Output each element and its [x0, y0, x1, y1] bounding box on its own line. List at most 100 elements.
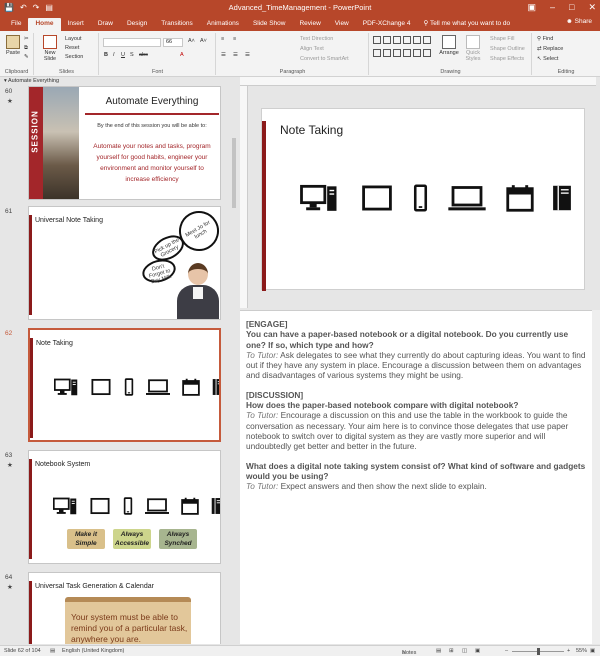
paste-button[interactable]: Paste — [4, 35, 22, 56]
underline-icon[interactable]: U — [121, 52, 125, 58]
bubble-text: Meet Jo for lunch — [184, 219, 212, 241]
font-name-input[interactable] — [103, 38, 161, 47]
tab-pdf-xchange[interactable]: PDF-XChange 4 — [356, 18, 418, 31]
shape-outline-button[interactable]: Shape Outline — [490, 46, 525, 52]
shape-effects-button[interactable]: Shape Effects — [490, 56, 524, 62]
current-slide-title[interactable]: Note Taking — [280, 123, 343, 137]
find-button[interactable]: ⚲ Find — [537, 36, 553, 42]
language-status[interactable]: English (United Kingdom) — [62, 648, 124, 654]
normal-view-icon[interactable]: ▤ — [436, 648, 441, 654]
text-direction-button[interactable]: Text Direction — [300, 36, 333, 42]
horizontal-ruler[interactable] — [240, 77, 596, 86]
slide-sorter-icon[interactable]: ⊞ — [449, 648, 454, 654]
tab-animations[interactable]: Animations — [200, 18, 246, 31]
italic-icon[interactable]: I — [113, 52, 115, 58]
tab-review[interactable]: Review — [292, 18, 327, 31]
section-header[interactable]: ▾ Automate Everything — [0, 77, 238, 86]
tab-file[interactable]: File — [4, 18, 28, 31]
calendar-icon — [181, 497, 199, 515]
notes-engage: [ENGAGE] You can have a paper-based note… — [246, 319, 590, 381]
shape-fill-button[interactable]: Shape Fill — [490, 36, 514, 42]
slide-thumbnail-64[interactable]: Universal Task Generation & Calendar You… — [28, 572, 221, 644]
ribbon-display-icon[interactable]: ▣ — [527, 2, 536, 13]
digital-tutor-label: To Tutor: — [246, 481, 279, 492]
reset-button[interactable]: Reset — [65, 45, 79, 51]
replace-label: Replace — [543, 46, 564, 52]
tab-design[interactable]: Design — [120, 18, 154, 31]
cut-icon[interactable]: ✂ — [24, 36, 29, 42]
thumbnail-scrollbar[interactable] — [230, 86, 238, 644]
tab-slide-show[interactable]: Slide Show — [246, 18, 293, 31]
arrange-button[interactable]: Arrange — [438, 35, 460, 56]
notebook-icon — [552, 184, 572, 212]
align-left-icon[interactable]: ☰ — [221, 52, 226, 58]
slide-counter: Slide 62 of 104 — [4, 648, 41, 654]
reading-view-icon[interactable]: ◫ — [462, 648, 467, 654]
bold-icon[interactable]: B — [104, 52, 108, 58]
zoom-in-icon[interactable]: + — [567, 648, 570, 654]
scrollbar-thumb[interactable] — [232, 138, 236, 208]
tab-draw[interactable]: Draw — [91, 18, 120, 31]
new-slide-button[interactable]: New Slide — [38, 35, 62, 62]
align-text-button[interactable]: Align Text — [300, 46, 324, 52]
select-button[interactable]: ↖ Select — [537, 56, 558, 62]
slide-thumbnail-63[interactable]: Notebook System Make it Simple Always Ac… — [28, 450, 221, 564]
tab-view[interactable]: View — [328, 18, 356, 31]
replace-button[interactable]: ⇄ Replace — [537, 46, 563, 52]
editing-group-label: Editing — [557, 69, 575, 75]
close-icon[interactable]: ✕ — [588, 2, 596, 13]
slideshow-view-icon[interactable]: ▣ — [475, 648, 480, 654]
speaker-notes-pane[interactable]: [ENGAGE] You can have a paper-based note… — [240, 310, 596, 644]
notebook-icon — [212, 378, 221, 396]
slide-thumbnail-pane[interactable]: 60 ★ SESSION Automate Everything By the … — [0, 86, 238, 644]
section-button[interactable]: Section — [65, 54, 83, 60]
slide-number: 63 — [5, 452, 13, 459]
lightbulb-icon: ⚲ — [423, 20, 429, 27]
copy-icon[interactable]: ⧉ — [24, 45, 28, 52]
zoom-out-icon[interactable]: – — [505, 648, 508, 654]
spellcheck-icon[interactable]: ▤ — [50, 648, 55, 654]
slide-number: 60 — [5, 88, 13, 95]
fit-to-window-icon[interactable]: ▣ — [590, 648, 595, 654]
tab-insert[interactable]: Insert — [61, 18, 91, 31]
font-color-icon[interactable]: A — [180, 52, 184, 58]
title-bar: 💾 ↶ ↷ ▤ Advanced_TimeManagement - PowerP… — [0, 0, 600, 16]
align-center-icon[interactable]: ☰ — [233, 52, 238, 58]
numbering-icon[interactable]: ≡ — [233, 36, 236, 42]
shrink-font-icon[interactable]: A˅ — [200, 38, 207, 44]
tab-transitions[interactable]: Transitions — [154, 18, 200, 31]
monitor-icon — [90, 378, 112, 396]
bullets-icon[interactable]: ≡ — [221, 36, 224, 42]
monitor-icon — [359, 184, 395, 212]
tab-home[interactable]: Home — [28, 18, 61, 31]
paragraph-group: ≡ ≡ ☰ ☰ ☰ Text Direction Align Text Conv… — [217, 33, 369, 75]
vertical-ruler[interactable] — [240, 86, 248, 308]
shapes-gallery[interactable] — [373, 36, 433, 60]
slide-thumbnail-60[interactable]: SESSION Automate Everything By the end o… — [28, 86, 221, 200]
shadow-icon[interactable]: S — [130, 52, 134, 58]
grow-font-icon[interactable]: A˄ — [188, 38, 195, 44]
layout-button[interactable]: Layout — [65, 36, 82, 42]
current-slide-canvas[interactable]: Note Taking — [261, 108, 585, 291]
strikethrough-icon[interactable]: abc — [139, 52, 148, 58]
minimize-icon[interactable]: – — [550, 2, 555, 13]
format-painter-icon[interactable]: ✎ — [24, 54, 29, 60]
quick-styles-button[interactable]: Quick Styles — [462, 35, 484, 62]
align-right-icon[interactable]: ☰ — [245, 52, 250, 58]
convert-smartart-button[interactable]: Convert to SmartArt — [300, 56, 349, 62]
slide-thumbnail-62[interactable]: Note Taking — [28, 328, 221, 442]
bubble-text: Don't Forget to Buy Milk — [148, 263, 173, 286]
slide-thumbnail-61[interactable]: Universal Note Taking Pick up the Grocer… — [28, 206, 221, 320]
slide-number: 61 — [5, 208, 13, 215]
search-icon: ⚲ — [537, 36, 542, 42]
zoom-slider-knob[interactable] — [537, 648, 540, 655]
drawing-group: Arrange Quick Styles Shape Fill Shape Ou… — [370, 33, 532, 75]
maximize-icon[interactable]: □ — [569, 2, 574, 13]
zoom-level[interactable]: 55% — [576, 648, 587, 654]
notes-discussion: [DISCUSSION] How does the paper-based no… — [246, 390, 590, 452]
font-size-input[interactable]: 66 — [163, 38, 183, 47]
notes-scrollbar[interactable] — [592, 310, 600, 644]
digital-question: What does a digital note taking system c… — [246, 460, 586, 481]
share-button[interactable]: ☻ Share — [566, 18, 592, 25]
tell-me-box[interactable]: ⚲ Tell me what you want to do — [423, 18, 510, 31]
